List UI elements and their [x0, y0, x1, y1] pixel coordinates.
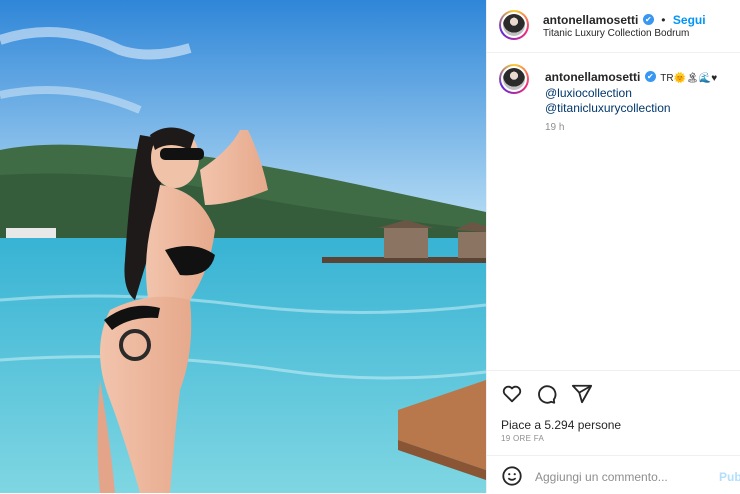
- caption-time: 19 h: [545, 122, 565, 133]
- post-side-panel: antonellamosetti ✔ • Segui Titanic Luxur…: [486, 0, 740, 493]
- caption-avatar[interactable]: [499, 64, 529, 94]
- caption-verified-badge-icon: ✔: [644, 71, 656, 83]
- separator-dot: •: [661, 13, 666, 27]
- post-photo[interactable]: [0, 0, 486, 493]
- comment-bar: Aggiungi un commento... Pub: [487, 455, 740, 494]
- post-header: antonellamosetti ✔ • Segui Titanic Luxur…: [487, 0, 740, 53]
- username-link[interactable]: antonellamosetti: [543, 13, 638, 27]
- verified-badge-icon: ✔: [642, 14, 654, 26]
- action-bar: [487, 370, 740, 404]
- caption-emojis: TR🌞🏝🌊♥: [660, 73, 718, 84]
- mention-luxiocollection[interactable]: @luxiocollection: [545, 86, 735, 101]
- avatar[interactable]: [499, 10, 529, 40]
- beach-photo: [0, 0, 486, 493]
- posted-time: 19 ORE FA: [501, 434, 545, 443]
- follow-button[interactable]: Segui: [673, 13, 706, 27]
- publish-button[interactable]: Pub: [719, 470, 740, 484]
- mention-titanicluxurycollection[interactable]: @titanicluxurycollection: [545, 101, 735, 116]
- caption-username-link[interactable]: antonellamosetti: [545, 70, 640, 84]
- comment-icon[interactable]: [535, 383, 557, 405]
- location-link[interactable]: Titanic Luxury Collection Bodrum: [543, 28, 689, 39]
- share-icon[interactable]: [571, 383, 593, 405]
- emoji-icon[interactable]: [501, 465, 523, 487]
- likes-count[interactable]: Piace a 5.294 persone: [501, 418, 621, 432]
- comment-input[interactable]: Aggiungi un commento...: [535, 470, 668, 484]
- heart-icon[interactable]: [501, 383, 523, 405]
- instagram-post-modal: antonellamosetti ✔ • Segui Titanic Luxur…: [0, 0, 740, 493]
